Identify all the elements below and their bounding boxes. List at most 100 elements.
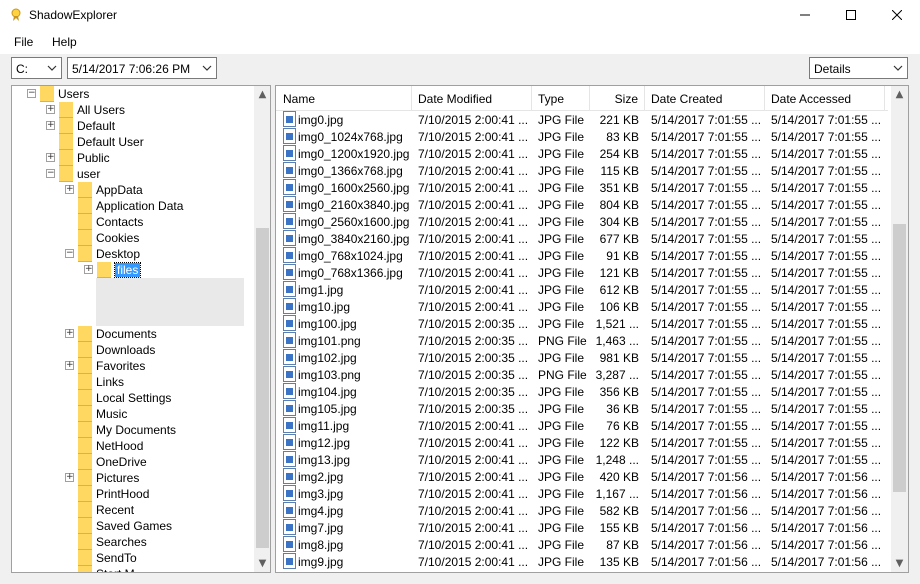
- file-row[interactable]: img0.jpg 7/10/2015 2:00:41 ... JPG File 221…: [276, 111, 888, 128]
- file-row[interactable]: img0_1366x768.jpg 7/10/2015 2:00:41 ... JP…: [276, 162, 888, 179]
- tree-item[interactable]: PrintHood: [12, 486, 254, 502]
- column-header-type[interactable]: Type: [532, 86, 590, 111]
- image-file-icon: [283, 349, 296, 365]
- column-header-accessed[interactable]: Date Accessed: [765, 86, 885, 111]
- minimize-button[interactable]: [782, 0, 828, 30]
- file-row[interactable]: img3.jpg 7/10/2015 2:00:41 ... JPG File 1,1…: [276, 485, 888, 502]
- file-row[interactable]: img0_1600x2560.jpg 7/10/2015 2:00:41 ... J…: [276, 179, 888, 196]
- file-row[interactable]: img0_2560x1600.jpg 7/10/2015 2:00:41 ... J…: [276, 213, 888, 230]
- file-modified: 7/10/2015 2:00:41 ...: [418, 147, 529, 161]
- file-row[interactable]: img1.jpg 7/10/2015 2:00:41 ... JPG File 612…: [276, 281, 888, 298]
- expand-icon[interactable]: +: [65, 329, 74, 338]
- file-row[interactable]: img11.jpg 7/10/2015 2:00:41 ... JPG File 76…: [276, 417, 888, 434]
- file-row[interactable]: img7.jpg 7/10/2015 2:00:41 ... JPG File 155…: [276, 519, 888, 536]
- tree-item[interactable]: Saved Games: [12, 518, 254, 534]
- tree-item[interactable]: + Documents: [12, 326, 254, 342]
- file-modified: 7/10/2015 2:00:41 ...: [418, 487, 529, 501]
- file-row[interactable]: img0_3840x2160.jpg 7/10/2015 2:00:41 ... J…: [276, 230, 888, 247]
- tree-item[interactable]: Searches: [12, 534, 254, 550]
- collapse-icon[interactable]: −: [27, 89, 36, 98]
- file-row[interactable]: img9.jpg 7/10/2015 2:00:41 ... JPG File 135…: [276, 553, 888, 570]
- tree-item[interactable]: Local Settings: [12, 390, 254, 406]
- tree-item[interactable]: NetHood: [12, 438, 254, 454]
- tree-scrollbar-thumb[interactable]: [256, 228, 269, 548]
- tree-item[interactable]: + All Users: [12, 102, 254, 118]
- file-row[interactable]: img0_1024x768.jpg 7/10/2015 2:00:41 ... JP…: [276, 128, 888, 145]
- tree-item[interactable]: + Pictures: [12, 470, 254, 486]
- image-file-icon: [283, 434, 296, 450]
- file-row[interactable]: img0_2160x3840.jpg 7/10/2015 2:00:41 ... J…: [276, 196, 888, 213]
- file-row[interactable]: img4.jpg 7/10/2015 2:00:41 ... JPG File 582…: [276, 502, 888, 519]
- tree-item[interactable]: Contacts: [12, 214, 254, 230]
- expand-icon[interactable]: +: [46, 121, 55, 130]
- file-row[interactable]: img103.png 7/10/2015 2:00:35 ... PNG File 3…: [276, 366, 888, 383]
- file-row[interactable]: img104.jpg 7/10/2015 2:00:35 ... JPG File 3…: [276, 383, 888, 400]
- expand-icon[interactable]: +: [65, 361, 74, 370]
- file-row[interactable]: img8.jpg 7/10/2015 2:00:41 ... JPG File 87 …: [276, 536, 888, 553]
- scroll-up-arrow-icon[interactable]: ▲: [891, 86, 908, 103]
- file-row[interactable]: img100.jpg 7/10/2015 2:00:35 ... JPG File 1…: [276, 315, 888, 332]
- scroll-down-arrow-icon[interactable]: ▼: [891, 555, 908, 572]
- tree-item[interactable]: SendTo: [12, 550, 254, 566]
- file-row[interactable]: img2.jpg 7/10/2015 2:00:41 ... JPG File 420…: [276, 468, 888, 485]
- column-header-size[interactable]: Size: [590, 86, 645, 111]
- file-row[interactable]: img101.png 7/10/2015 2:00:35 ... PNG File 1…: [276, 332, 888, 349]
- file-row[interactable]: img0_1200x1920.jpg 7/10/2015 2:00:41 ... J…: [276, 145, 888, 162]
- tree-item[interactable]: + AppData: [12, 182, 254, 198]
- file-list-scrollbar[interactable]: ▲ ▼: [891, 86, 908, 572]
- tree-item[interactable]: + Default: [12, 118, 254, 134]
- tree-item[interactable]: + Public: [12, 150, 254, 166]
- file-row[interactable]: img13.jpg 7/10/2015 2:00:41 ... JPG File 1,…: [276, 451, 888, 468]
- tree-item[interactable]: Music: [12, 406, 254, 422]
- expand-icon[interactable]: +: [84, 265, 93, 274]
- tree-item[interactable]: Default User: [12, 134, 254, 150]
- expand-icon[interactable]: +: [65, 185, 74, 194]
- file-accessed: 5/14/2017 7:01:55 ...: [771, 385, 882, 399]
- tree-item[interactable]: + Favorites: [12, 358, 254, 374]
- tree-item[interactable]: − Users: [12, 86, 254, 102]
- expand-icon[interactable]: +: [65, 473, 74, 482]
- collapse-icon[interactable]: −: [46, 169, 55, 178]
- file-list-scrollbar-thumb[interactable]: [893, 224, 906, 492]
- column-header-modified[interactable]: Date Modified: [412, 86, 532, 111]
- view-select[interactable]: Details: [809, 57, 908, 79]
- file-row[interactable]: img105.jpg 7/10/2015 2:00:35 ... JPG File 3…: [276, 400, 888, 417]
- file-row[interactable]: img10.jpg 7/10/2015 2:00:41 ... JPG File 10…: [276, 298, 888, 315]
- tree-item[interactable]: Start M...: [12, 566, 254, 572]
- menu-help[interactable]: Help: [52, 35, 77, 49]
- file-row[interactable]: img12.jpg 7/10/2015 2:00:41 ... JPG File 12…: [276, 434, 888, 451]
- tree-item[interactable]: − Desktop: [12, 246, 254, 262]
- file-size: 91 KB: [606, 249, 639, 263]
- folder-icon: [78, 198, 92, 214]
- file-row[interactable]: img0_768x1366.jpg 7/10/2015 2:00:41 ... JP…: [276, 264, 888, 281]
- file-list[interactable]: Name Date Modified Type Size Date Created Dat…: [275, 85, 909, 573]
- scroll-up-arrow-icon[interactable]: ▲: [254, 86, 270, 103]
- column-header-label: Name: [283, 92, 316, 106]
- tree-item[interactable]: − user: [12, 166, 254, 182]
- column-header-name[interactable]: Name: [276, 86, 412, 111]
- expand-icon[interactable]: +: [46, 105, 55, 114]
- tree-item[interactable]: My Documents: [12, 422, 254, 438]
- close-button[interactable]: [874, 0, 920, 30]
- tree-item[interactable]: Downloads: [12, 342, 254, 358]
- scroll-down-arrow-icon[interactable]: ▼: [254, 555, 270, 572]
- maximize-button[interactable]: [828, 0, 874, 30]
- tree-item[interactable]: Application Data: [12, 198, 254, 214]
- tree-item[interactable]: Links: [12, 374, 254, 390]
- tree-item[interactable]: Recent: [12, 502, 254, 518]
- folder-tree-rows: − Users + All Users + Default Default User + Pub…: [12, 86, 254, 572]
- column-header-created[interactable]: Date Created: [645, 86, 765, 111]
- file-accessed: 5/14/2017 7:01:56 ...: [771, 555, 882, 569]
- file-row[interactable]: img0_768x1024.jpg 7/10/2015 2:00:41 ... JP…: [276, 247, 888, 264]
- snapshot-select[interactable]: 5/14/2017 7:06:26 PM: [67, 57, 217, 79]
- tree-scrollbar[interactable]: ▲ ▼: [254, 86, 270, 572]
- expand-icon[interactable]: +: [46, 153, 55, 162]
- menu-file[interactable]: File: [14, 35, 33, 49]
- drive-select[interactable]: C:: [11, 57, 62, 79]
- tree-item[interactable]: + files: [12, 262, 254, 278]
- folder-tree[interactable]: − Users + All Users + Default Default User + Pub…: [11, 85, 271, 573]
- file-row[interactable]: img102.jpg 7/10/2015 2:00:35 ... JPG File 9…: [276, 349, 888, 366]
- collapse-icon[interactable]: −: [65, 249, 74, 258]
- tree-item[interactable]: Cookies: [12, 230, 254, 246]
- tree-item[interactable]: OneDrive: [12, 454, 254, 470]
